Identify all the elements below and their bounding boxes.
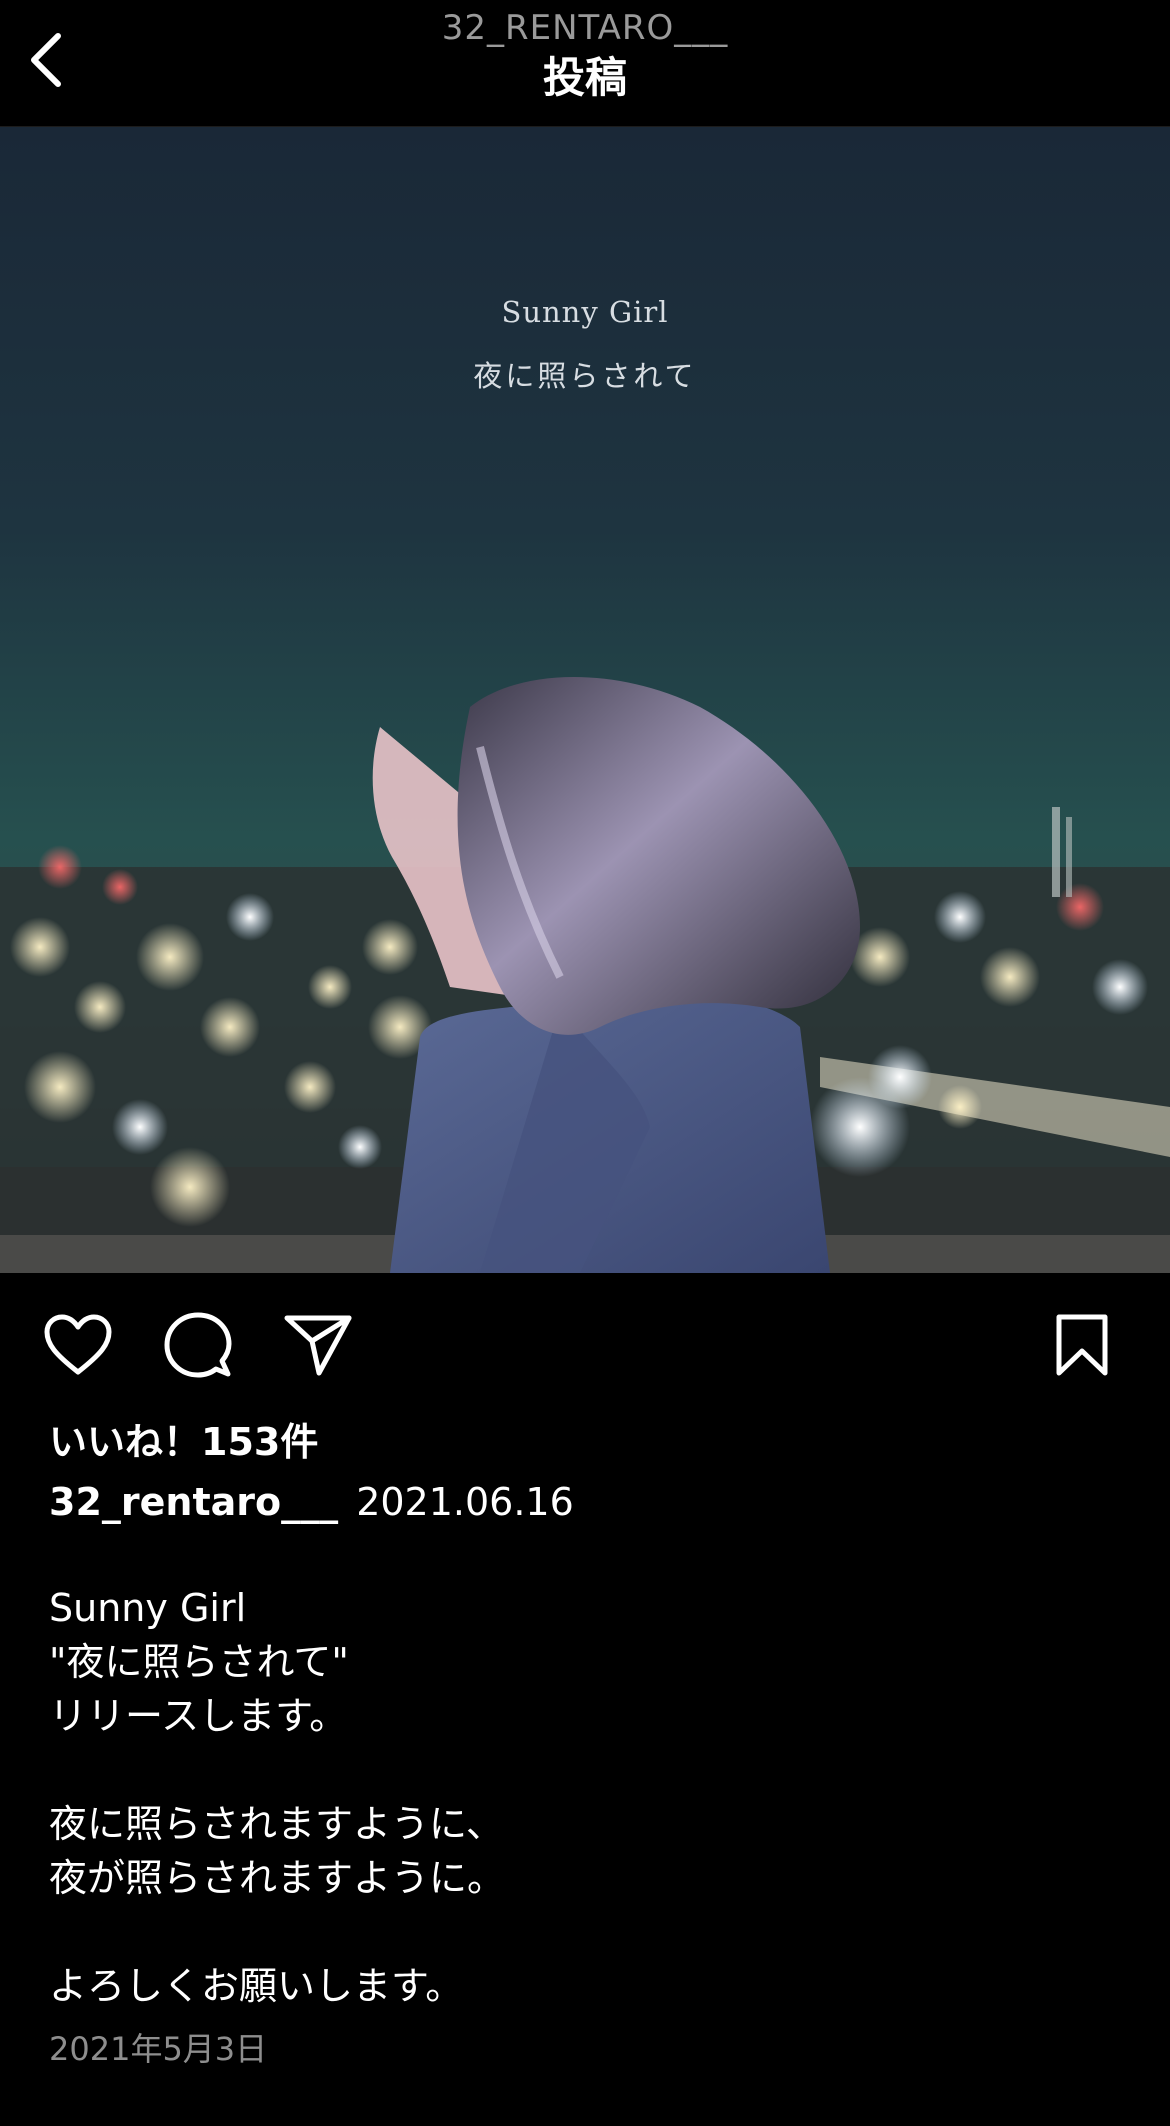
- post-image[interactable]: Sunny Girl 夜に照らされて: [0, 127, 1170, 1273]
- caption-line: よろしくお願いします。: [49, 1964, 464, 2008]
- caption-line: "夜に照らされて": [49, 1640, 349, 1684]
- cover-title: Sunny Girl: [501, 295, 669, 329]
- caption-date: 2021.06.16: [356, 1480, 574, 1524]
- post-timestamp: 2021年5月3日: [49, 2030, 268, 2068]
- caption-line: 夜に照らされますように、: [49, 1802, 504, 1846]
- save-button[interactable]: [1042, 1305, 1122, 1385]
- page-title: 投稿: [542, 53, 627, 102]
- like-button[interactable]: [38, 1305, 118, 1385]
- comment-button[interactable]: [158, 1305, 238, 1385]
- caption-line: リリースします。: [49, 1694, 348, 1738]
- caption-line: Sunny Girl: [49, 1586, 247, 1630]
- heart-icon: [44, 1314, 112, 1375]
- caption-line: 夜が照らされますように。: [49, 1856, 506, 1900]
- comment-icon: [164, 1312, 232, 1378]
- author-username[interactable]: 32_rentaro___: [49, 1480, 338, 1524]
- likes-count[interactable]: いいね！153件: [49, 1418, 318, 1466]
- cover-subtitle: 夜に照らされて: [473, 359, 697, 393]
- header-username: 32_RENTARO___: [441, 8, 729, 48]
- post-meta: 32_rentaro___ 2021.06.16: [49, 1476, 574, 1528]
- share-button[interactable]: [278, 1305, 358, 1385]
- top-bar: 32_RENTARO___ 投稿: [0, 0, 1170, 127]
- bookmark-icon: [1056, 1314, 1108, 1376]
- send-icon: [284, 1315, 352, 1376]
